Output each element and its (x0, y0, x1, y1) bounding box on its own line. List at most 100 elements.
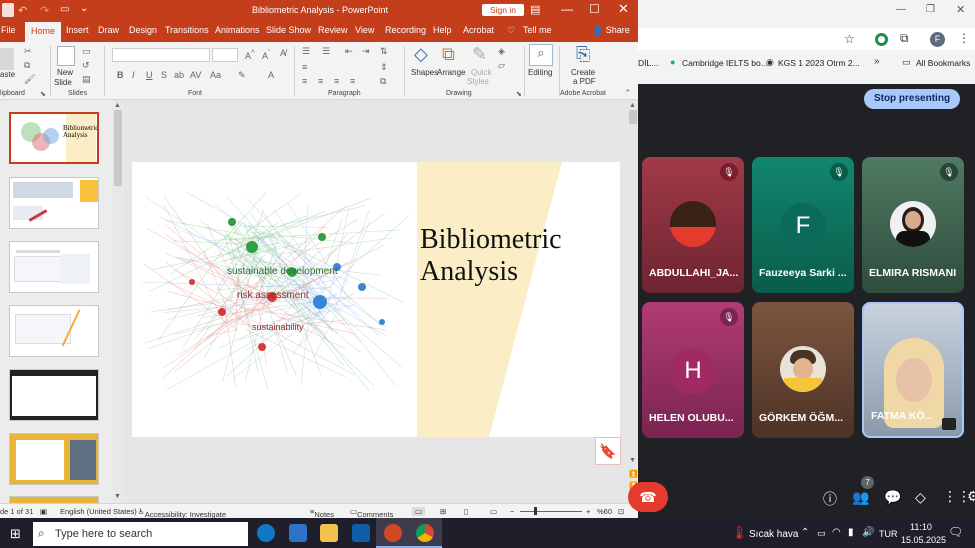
participant-tile[interactable]: 🎙 ABDULLAHI_JA... (642, 157, 744, 293)
file-explorer-icon[interactable] (320, 524, 338, 542)
change-case-icon[interactable]: Aa (210, 70, 221, 80)
font-name-select[interactable] (112, 48, 210, 62)
clock-time[interactable]: 11:10 (910, 522, 932, 532)
slide-title-line-1[interactable]: Bibliometric (420, 224, 562, 256)
minimize-icon[interactable]: — (561, 2, 573, 16)
chrome-minimize-icon[interactable]: — (896, 4, 906, 15)
shape-outline-icon[interactable]: ▱ (498, 60, 505, 71)
shapes-activities-icon[interactable]: ◇ (915, 489, 926, 506)
zoom-in-icon[interactable]: + (586, 507, 590, 516)
scroll-up-icon[interactable]: ▲ (629, 102, 636, 109)
chrome-restore-icon[interactable]: ❐ (926, 4, 935, 15)
shadow-icon[interactable]: S (161, 70, 167, 80)
mail-icon[interactable] (289, 524, 307, 542)
undo-icon[interactable]: ↶ (18, 4, 27, 17)
chat-icon[interactable]: 💬 (884, 489, 901, 506)
editing-search-icon[interactable]: ⌕ (529, 44, 553, 66)
zoom-slider[interactable] (520, 511, 582, 512)
slide-title-line-2[interactable]: Analysis (420, 256, 518, 288)
slide-1[interactable]: sustainable development risk assessment … (132, 162, 620, 437)
bookmark-item-1[interactable]: DİL... (638, 58, 658, 68)
scroll-down-icon[interactable]: ▼ (114, 493, 121, 500)
taskbar-search[interactable]: ⌕ Type here to search (33, 522, 248, 546)
bookmark-star-icon[interactable]: ☆ (844, 32, 855, 46)
clipboard-launcher-icon[interactable]: ⬊ (40, 90, 46, 98)
reading-view-icon[interactable]: ▯ (464, 507, 468, 516)
zoom-slider-thumb[interactable] (534, 507, 537, 515)
close-icon[interactable]: ✕ (618, 1, 629, 17)
clear-format-icon[interactable]: A̸ (280, 48, 286, 58)
create-pdf-icon[interactable]: ⎘ (576, 44, 590, 65)
shape-fill-icon[interactable]: ◈ (498, 46, 505, 57)
slideshow-icon[interactable]: ▭ (490, 507, 497, 516)
scroll-thumb[interactable] (114, 110, 122, 186)
autosave-icon[interactable] (2, 3, 14, 17)
stop-presenting-button[interactable]: Stop presenting (864, 89, 960, 109)
bookmark-icon[interactable]: 🔖 (595, 437, 621, 465)
thumbnail-scrollbar[interactable]: ▲ ▼ (112, 100, 124, 503)
info-icon[interactable]: ⓘ (823, 489, 837, 509)
text-direction-icon[interactable]: ⇅ (380, 46, 388, 57)
font-color-icon[interactable]: A (268, 70, 274, 80)
slide-sorter-icon[interactable]: ⊞ (440, 507, 446, 516)
participant-tile[interactable]: 🎙 F Fauzeeya Sarki ... (752, 157, 854, 293)
notes-button[interactable]: ≡ Notes (310, 507, 334, 518)
drawing-launcher-icon[interactable]: ⬊ (516, 90, 522, 98)
participant-tile[interactable]: 🎙 H HELEN OLUBU... (642, 302, 744, 438)
address-bar[interactable] (638, 28, 975, 50)
extensions-icon[interactable]: ⧉ (900, 31, 909, 46)
scroll-up-icon[interactable]: ▲ (114, 102, 121, 109)
scroll-thumb[interactable] (629, 110, 637, 124)
pin-icon[interactable] (942, 418, 956, 430)
decrease-indent-icon[interactable]: ⇤ (345, 46, 353, 57)
cut-icon[interactable]: ✂ (24, 46, 32, 57)
align-text-icon[interactable]: ⇕ (380, 62, 388, 73)
tab-recording[interactable]: Recording (385, 25, 426, 35)
tab-view[interactable]: View (355, 25, 374, 35)
reset-icon[interactable]: ↺ (82, 60, 90, 71)
show-hidden-icons[interactable]: ⌃ (801, 527, 809, 538)
tab-transitions[interactable]: Transitions (165, 25, 209, 35)
char-spacing-icon[interactable]: AV (190, 70, 201, 80)
profile-avatar[interactable]: F (930, 32, 945, 47)
increase-indent-icon[interactable]: ⇥ (362, 46, 370, 57)
fit-slide-icon[interactable]: ⊡ (618, 507, 624, 516)
new-slide-icon[interactable] (57, 46, 75, 66)
chrome-icon[interactable] (416, 524, 434, 542)
battery-icon[interactable]: ▮ (848, 527, 854, 538)
edge-icon[interactable] (257, 524, 275, 542)
present-icon[interactable]: ▭ (60, 4, 69, 15)
leave-call-button[interactable]: ☎ (628, 482, 668, 512)
thumbnail-slide-6[interactable] (9, 433, 99, 485)
network-icon[interactable]: ▭ (817, 528, 826, 539)
strikethrough-icon[interactable]: ab (174, 70, 184, 80)
all-bookmarks[interactable]: All Bookmarks (916, 58, 970, 68)
tab-design[interactable]: Design (129, 25, 157, 35)
tab-animations[interactable]: Animations (215, 25, 260, 35)
windows-start-icon[interactable]: ⊞ (10, 526, 21, 542)
font-size-select[interactable] (212, 48, 238, 62)
align-left-icon[interactable]: ≡ (302, 76, 307, 86)
ribbon-display-icon[interactable]: ▤ (530, 3, 540, 16)
participant-tile[interactable]: GÖRKEM ÖĞM... (752, 302, 854, 438)
maximize-icon[interactable]: ☐ (589, 2, 600, 16)
redo-icon[interactable]: ↷ (40, 4, 49, 17)
editor-scrollbar[interactable]: ▲ ▼ ⏫ ⏬ (628, 100, 638, 503)
highlight-icon[interactable]: ✎ (238, 70, 246, 81)
arrange-icon[interactable]: ⧉ (442, 44, 455, 65)
host-controls-icon[interactable]: ⚙ (967, 488, 975, 505)
weather-text[interactable]: Sıcak hava (749, 529, 798, 540)
more-bookmarks-icon[interactable]: » (874, 56, 880, 67)
smartart-icon[interactable]: ⧉ (380, 76, 386, 87)
spellcheck-icon[interactable]: ▣ (40, 507, 47, 516)
format-painter-icon[interactable]: 🖌 (24, 74, 35, 85)
outlook-icon[interactable] (352, 524, 370, 542)
quick-styles-icon[interactable]: ✎ (472, 44, 487, 65)
thumbnail-slide-5[interactable] (9, 369, 99, 421)
accessibility-status[interactable]: ♿ Accessibility: Investigate (138, 507, 226, 518)
prev-slide-icon[interactable]: ⏫ (629, 470, 638, 478)
zoom-level[interactable]: %60 (597, 507, 612, 516)
thumbnail-slide-4[interactable] (9, 305, 99, 357)
people-icon[interactable]: 👥 (852, 489, 869, 506)
bullets-icon[interactable]: ☰ (302, 46, 310, 57)
